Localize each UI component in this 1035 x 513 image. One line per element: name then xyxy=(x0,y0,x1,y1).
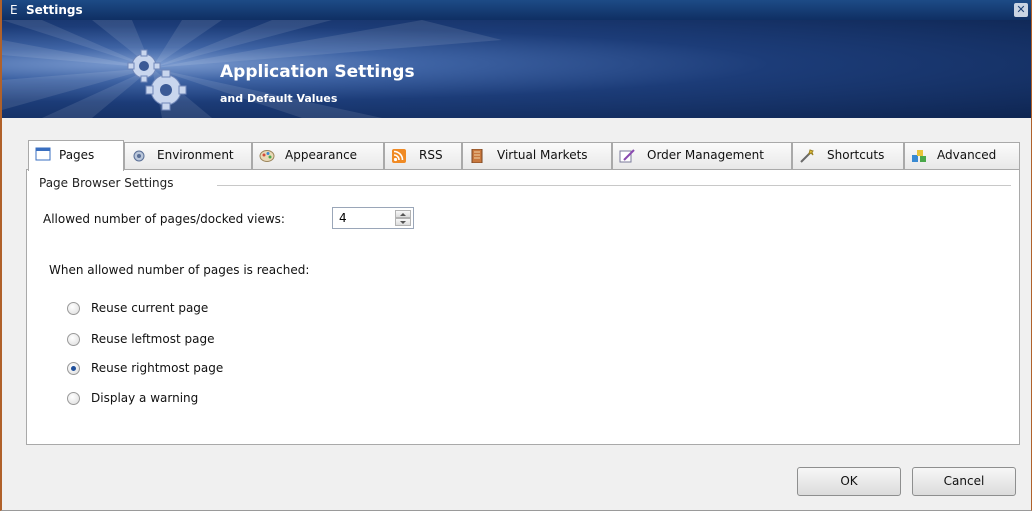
tab-label: Shortcuts xyxy=(827,148,885,162)
option-label: Reuse leftmost page xyxy=(91,332,215,346)
environment-icon xyxy=(133,150,145,162)
tab-label: RSS xyxy=(419,148,443,162)
stepper-up-icon[interactable] xyxy=(395,210,411,218)
cancel-button[interactable]: Cancel xyxy=(912,467,1016,496)
tab-virtual-markets[interactable]: Virtual Markets xyxy=(462,142,612,169)
tab-pages[interactable]: Pages xyxy=(28,140,124,171)
stepper-down-icon[interactable] xyxy=(395,218,411,226)
ok-button[interactable]: OK xyxy=(797,467,901,496)
pages-icon xyxy=(35,147,51,161)
radio-button[interactable] xyxy=(67,362,80,375)
tab-label: Pages xyxy=(59,148,95,162)
option-label: Reuse current page xyxy=(91,301,209,315)
close-icon[interactable]: ✕ xyxy=(1014,3,1028,17)
when-reached-label: When allowed number of pages is reached: xyxy=(49,263,310,277)
banner-subtitle: and Default Values xyxy=(220,92,338,105)
title-bar[interactable]: E Settings ✕ xyxy=(2,0,1031,20)
radio-button[interactable] xyxy=(67,392,80,405)
tab-rss[interactable]: RSS xyxy=(384,142,462,169)
appearance-icon xyxy=(259,150,275,162)
tab-environment[interactable]: Environment xyxy=(124,142,252,169)
tab-order-management[interactable]: Order Management xyxy=(612,142,792,169)
group-divider xyxy=(217,185,1011,186)
tab-label: Virtual Markets xyxy=(497,148,588,162)
radio-button[interactable] xyxy=(67,302,80,315)
virtual-markets-icon xyxy=(471,149,483,163)
settings-window: E Settings ✕ Application Settings and De… xyxy=(0,0,1032,511)
tab-label: Advanced xyxy=(937,148,997,162)
allowed-pages-label: Allowed number of pages/docked views: xyxy=(43,212,285,226)
radio-button[interactable] xyxy=(67,333,80,346)
tab-advanced[interactable]: Advanced xyxy=(904,142,1020,169)
stepper-buttons xyxy=(395,210,411,226)
group-title: Page Browser Settings xyxy=(39,176,180,190)
tab-appearance[interactable]: Appearance xyxy=(252,142,384,169)
gears-icon xyxy=(127,49,187,111)
allowed-pages-stepper[interactable]: 4 xyxy=(332,207,414,229)
tab-shortcuts[interactable]: Shortcuts xyxy=(792,142,904,169)
tab-label: Environment xyxy=(157,148,234,162)
banner-title: Application Settings xyxy=(220,62,415,82)
advanced-icon xyxy=(912,150,926,162)
window-title: Settings xyxy=(26,3,83,17)
option-label: Display a warning xyxy=(91,391,199,405)
tab-label: Order Management xyxy=(647,148,764,162)
rss-icon xyxy=(392,149,406,163)
allowed-pages-value[interactable]: 4 xyxy=(339,211,347,225)
app-icon: E xyxy=(10,3,18,17)
tab-label: Appearance xyxy=(285,148,358,162)
order-management-icon xyxy=(619,149,635,163)
option-label: Reuse rightmost page xyxy=(91,361,224,375)
pages-panel: Page Browser Settings Allowed number of … xyxy=(26,169,1020,445)
shortcuts-icon xyxy=(800,149,814,163)
settings-banner: Application Settings and Default Values xyxy=(2,20,1031,118)
